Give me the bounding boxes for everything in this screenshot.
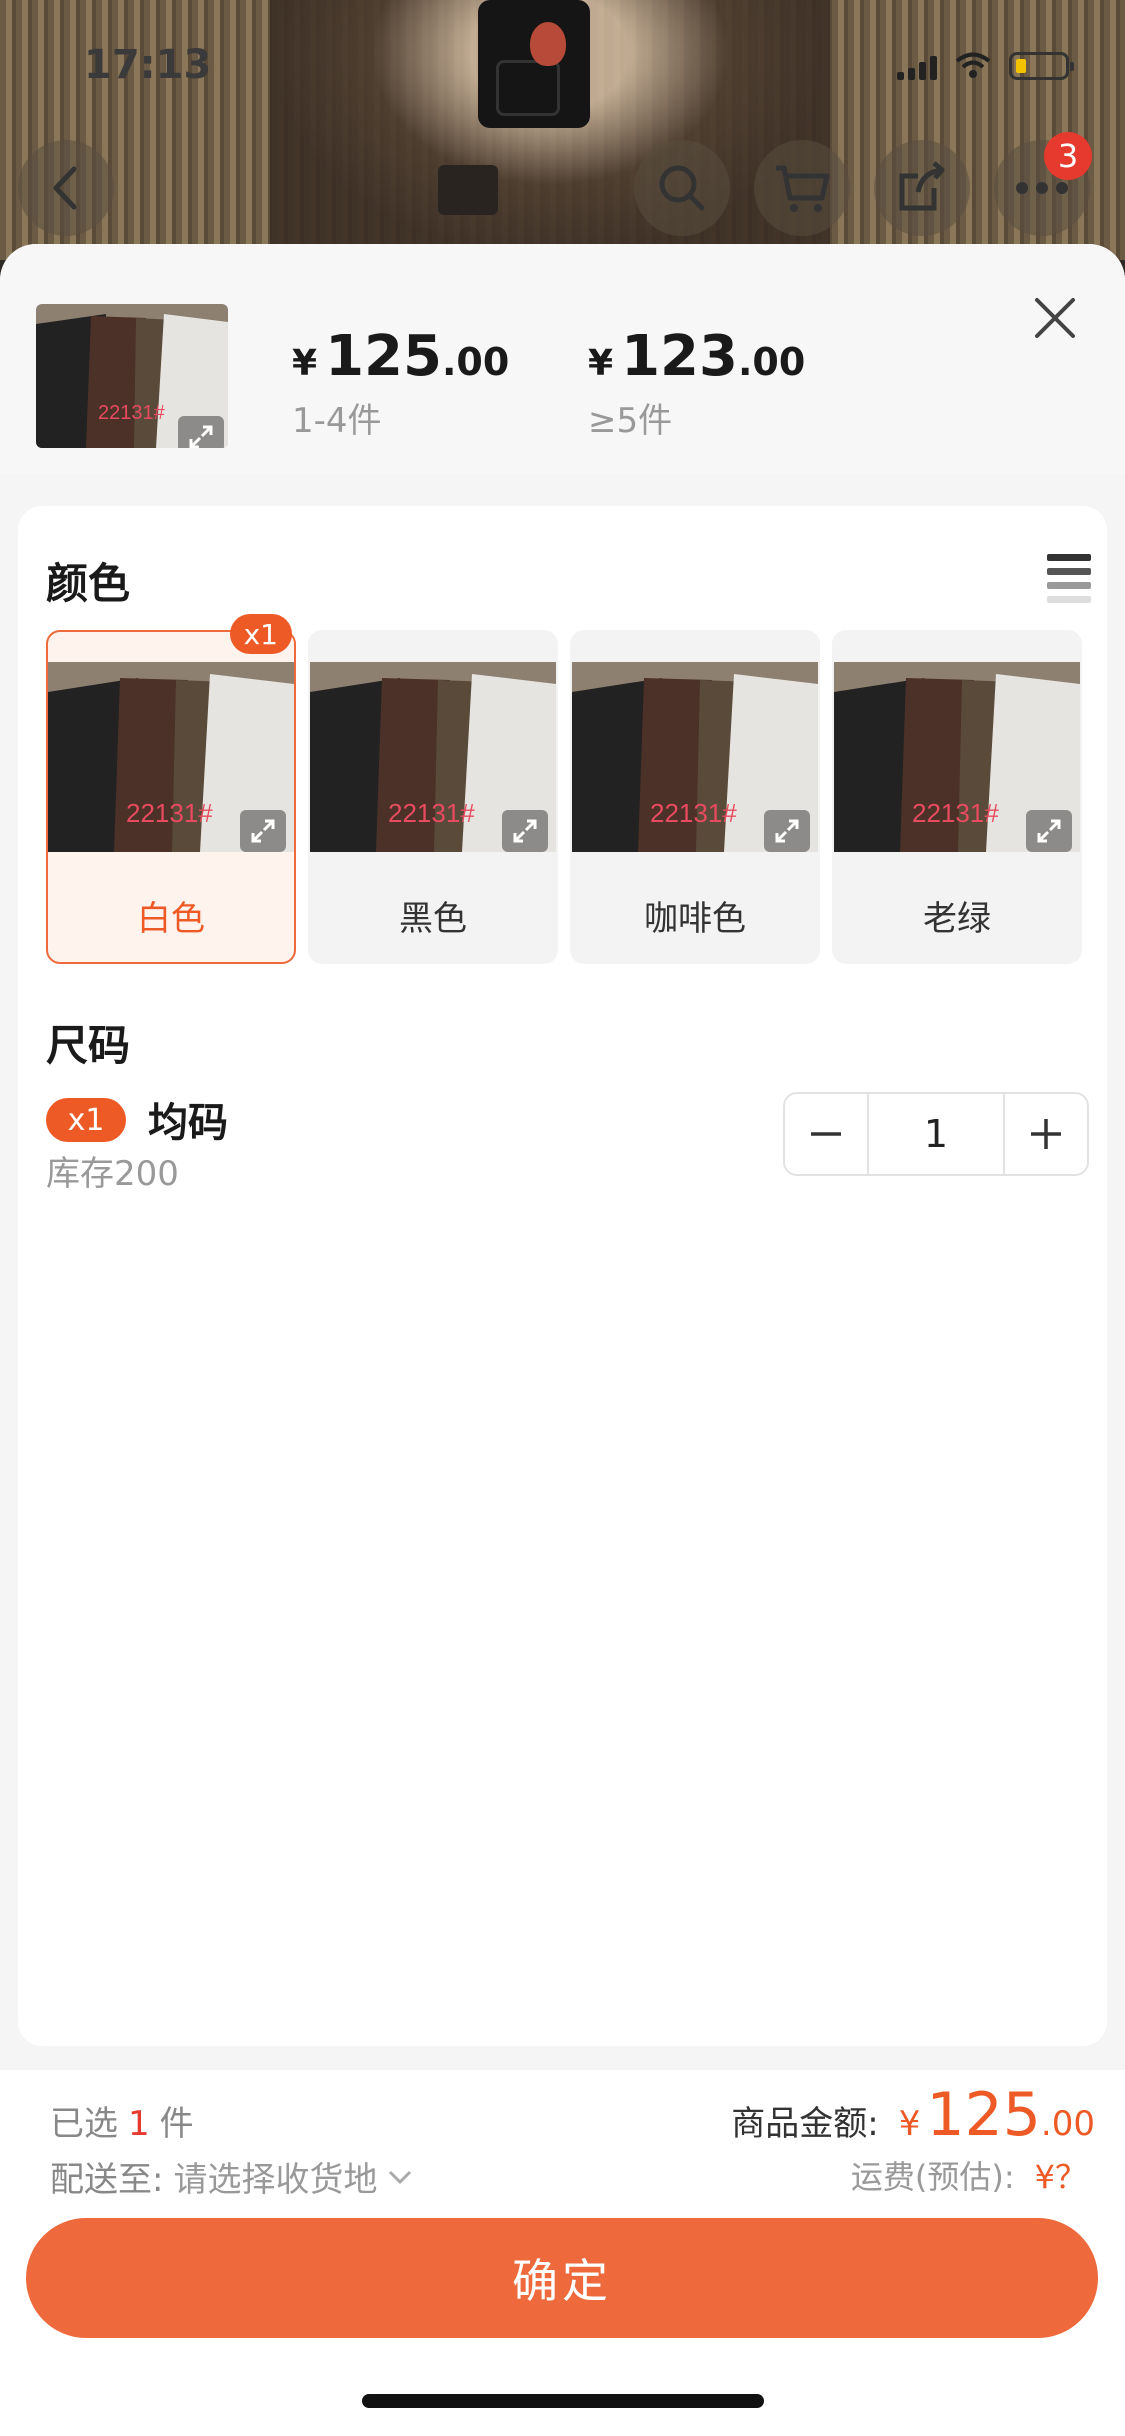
home-indicator	[362, 2394, 764, 2408]
price-tier-1: ¥ 125 .00 1-4件	[292, 324, 510, 441]
svg-text:22131#: 22131#	[912, 798, 999, 828]
expand-button[interactable]	[240, 810, 286, 852]
back-icon	[53, 166, 77, 210]
color-option-coffee[interactable]: 22131# 咖啡色	[570, 630, 820, 964]
checkout-footer: 已选 1 件 配送至: 请选择收货地 商品金额: ¥ 125 .00 运费(预估):…	[0, 2070, 1125, 2436]
sku-selector-sheet: 22131# ¥ 125 .00 1-4件 ¥ 123 .00 ≥5件 颜色 x…	[0, 244, 1125, 2436]
cart-icon	[776, 165, 830, 212]
color-option-label: 咖啡色	[644, 899, 746, 939]
color-option-white[interactable]: x1 22131# 白色	[46, 614, 296, 964]
expand-button[interactable]	[178, 416, 224, 448]
more-icon	[1016, 182, 1068, 194]
expand-icon	[775, 819, 799, 843]
options-panel: 颜色 x1 22131# 白色 22131# 黑色 22131# 咖啡色 221…	[18, 506, 1107, 2046]
share-icon	[899, 161, 945, 211]
wifi-icon	[955, 52, 991, 78]
top-nav: 3	[0, 132, 1125, 240]
expand-icon	[189, 425, 213, 448]
list-view-icon[interactable]	[1047, 554, 1091, 603]
expand-icon	[513, 819, 537, 843]
delivery-address-selector[interactable]: 配送至: 请选择收货地	[50, 2152, 413, 2201]
battery-icon	[1009, 52, 1074, 80]
color-option-label: 黑色	[399, 899, 467, 939]
size-qty-badge: x1	[46, 1098, 126, 1142]
expand-button[interactable]	[764, 810, 810, 852]
selected-qty-badge: x1	[229, 614, 292, 654]
chevron-down-icon	[389, 2170, 412, 2184]
search-icon	[659, 165, 705, 211]
selected-count: 1	[128, 2104, 150, 2144]
status-time: 17:13	[84, 42, 212, 88]
more-button[interactable]: 3	[994, 132, 1092, 236]
price-tier-2: ¥ 123 .00 ≥5件	[588, 324, 806, 441]
expand-button[interactable]	[1026, 810, 1072, 852]
price-tier-range: 1-4件	[292, 401, 382, 441]
sheet-header: 22131# ¥ 125 .00 1-4件 ¥ 123 .00 ≥5件	[0, 244, 1125, 474]
size-section-title: 尺码	[46, 1021, 131, 1070]
quantity-stepper: 1	[783, 1092, 1089, 1176]
close-icon	[1035, 298, 1075, 338]
selected-summary: 已选 1 件	[50, 2104, 194, 2144]
expand-button[interactable]	[502, 810, 548, 852]
stock-count: 库存200	[46, 1154, 179, 1194]
freight-estimate: 运费(预估): ¥？	[850, 2158, 1087, 2196]
status-bar: 17:13	[0, 0, 1125, 135]
svg-text:22131#: 22131#	[98, 402, 166, 424]
svg-text:22131#: 22131#	[126, 798, 213, 828]
color-option-olive[interactable]: 22131# 老绿	[832, 630, 1082, 964]
expand-icon	[1037, 819, 1061, 843]
product-thumbnail[interactable]: 22131#	[36, 304, 228, 448]
color-option-label: 白色	[137, 899, 205, 939]
color-option-label: 老绿	[923, 899, 991, 939]
plus-icon	[1031, 1119, 1061, 1149]
quantity-input[interactable]: 1	[867, 1094, 1005, 1174]
increment-button[interactable]	[1005, 1094, 1087, 1174]
goods-amount: 商品金额: ¥ 125 .00	[731, 2080, 1095, 2150]
color-section-title: 颜色	[46, 559, 131, 608]
size-option-name: 均码	[148, 1100, 228, 1146]
color-option-black[interactable]: 22131# 黑色	[308, 630, 558, 964]
expand-icon	[251, 819, 275, 843]
cart-button[interactable]	[754, 140, 850, 236]
minus-icon	[811, 1132, 841, 1136]
share-button[interactable]	[874, 140, 970, 236]
notification-badge: 3	[1044, 132, 1092, 180]
close-button[interactable]	[1029, 292, 1081, 344]
search-button[interactable]	[634, 140, 730, 236]
delivery-address-value: 请选择收货地	[173, 2160, 378, 2200]
confirm-button[interactable]: 确定	[26, 2218, 1098, 2338]
price-tier-range: ≥5件	[588, 401, 673, 441]
signal-icon	[897, 52, 937, 80]
back-button[interactable]	[18, 140, 114, 236]
svg-text:22131#: 22131#	[650, 798, 737, 828]
decrement-button[interactable]	[785, 1094, 867, 1174]
svg-text:22131#: 22131#	[388, 798, 475, 828]
